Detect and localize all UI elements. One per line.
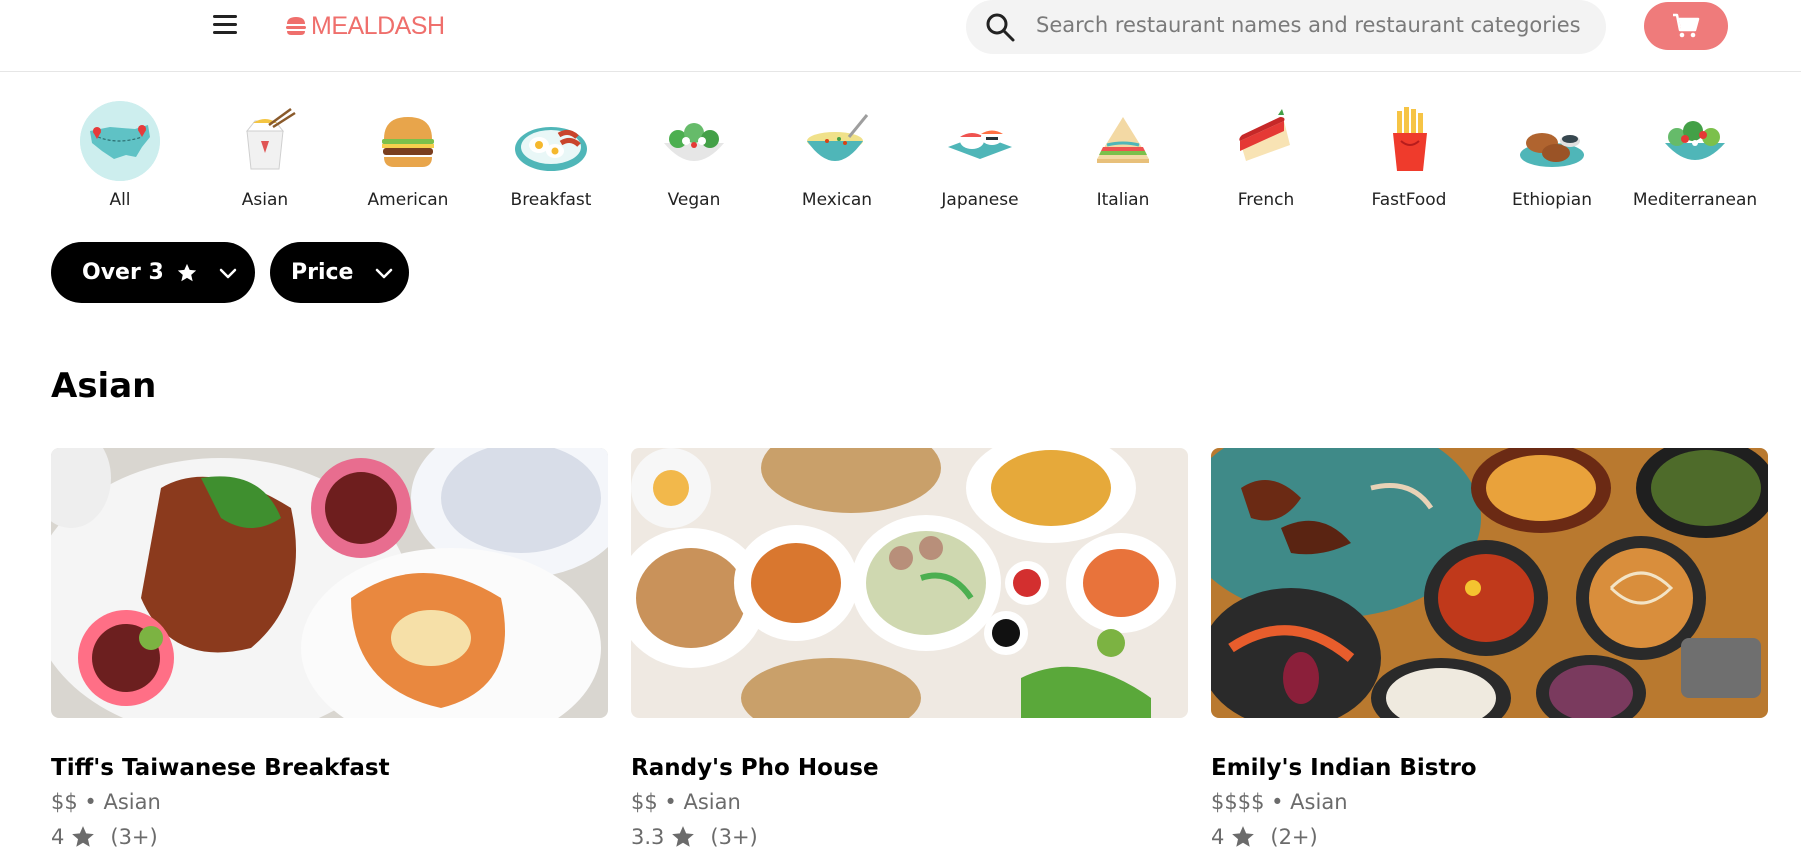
restaurant-card[interactable]: Tiff's Taiwanese Breakfast $$ • Asian 4 … bbox=[51, 448, 608, 853]
category-fastfood[interactable]: FastFood bbox=[1339, 95, 1479, 215]
restaurant-price-category: $$ • Asian bbox=[631, 790, 741, 814]
restaurant-name: Randy's Pho House bbox=[631, 755, 879, 781]
rating-value: 3.3 bbox=[631, 825, 665, 849]
review-count: (3+) bbox=[110, 825, 158, 849]
restaurant-photo bbox=[51, 448, 608, 718]
category-label: All bbox=[109, 190, 131, 210]
category-mexican[interactable]: Mexican bbox=[767, 95, 907, 215]
category-breakfast[interactable]: Breakfast bbox=[481, 95, 621, 215]
eggs-bacon-icon bbox=[515, 127, 587, 171]
category-label: Asian bbox=[241, 190, 289, 210]
category-label: American bbox=[367, 190, 449, 210]
category-bar: All Asian American Breakfast Vegan Mexic… bbox=[50, 95, 1770, 215]
takeout-box-icon bbox=[245, 107, 296, 170]
restaurant-rating: 4 (3+) bbox=[51, 824, 158, 850]
brand-name: MEALDASH bbox=[311, 11, 445, 40]
rating-value: 4 bbox=[51, 825, 65, 849]
usa-map-icon bbox=[80, 101, 160, 181]
sushi-icon bbox=[948, 129, 1012, 159]
category-italian[interactable]: Italian bbox=[1053, 95, 1193, 215]
hamburger-menu-icon[interactable] bbox=[210, 10, 240, 40]
category-label: Mexican bbox=[801, 190, 873, 210]
salad-icon bbox=[1665, 121, 1725, 160]
restaurant-rating: 3.3 (3+) bbox=[631, 824, 758, 850]
restaurant-card[interactable]: Emily's Indian Bistro $$$$ • Asian 4 (2+… bbox=[1211, 448, 1768, 853]
restaurant-price-category: $$$$ • Asian bbox=[1211, 790, 1348, 814]
category-label: FastFood bbox=[1371, 190, 1447, 210]
search-icon bbox=[986, 13, 1015, 42]
fries-icon bbox=[1393, 107, 1427, 171]
category-label: Ethiopian bbox=[1511, 190, 1592, 210]
soup-bowl-icon bbox=[807, 114, 869, 161]
category-label: French bbox=[1237, 190, 1295, 210]
star-icon bbox=[177, 263, 196, 281]
cake-icon bbox=[1239, 109, 1290, 161]
price-filter-label: Price bbox=[291, 260, 354, 285]
shopping-cart-icon bbox=[1673, 13, 1700, 38]
category-all[interactable]: All bbox=[50, 95, 190, 215]
category-label: Vegan bbox=[667, 190, 721, 210]
review-count: (3+) bbox=[710, 825, 758, 849]
restaurant-card[interactable]: Randy's Pho House $$ • Asian 3.3 (3+) bbox=[631, 448, 1188, 853]
restaurant-name: Emily's Indian Bistro bbox=[1211, 755, 1477, 781]
restaurant-photo bbox=[631, 448, 1188, 718]
burger-icon bbox=[382, 117, 434, 167]
rating-filter-label: Over 3 bbox=[82, 260, 164, 285]
burger-logo-icon bbox=[286, 17, 306, 35]
rating-value: 4 bbox=[1211, 825, 1225, 849]
star-icon bbox=[672, 826, 695, 847]
category-french[interactable]: French bbox=[1196, 95, 1336, 215]
chevron-down-icon bbox=[219, 268, 237, 279]
category-mediterranean[interactable]: Mediterranean bbox=[1625, 95, 1765, 215]
salad-bowl-icon bbox=[664, 123, 724, 161]
search-bar[interactable] bbox=[966, 0, 1606, 54]
restaurant-rating: 4 (2+) bbox=[1211, 824, 1318, 850]
search-input[interactable] bbox=[1036, 8, 1596, 42]
brand-logo[interactable]: MEALDASH bbox=[285, 11, 445, 41]
category-label: Italian bbox=[1096, 190, 1150, 210]
category-japanese[interactable]: Japanese bbox=[910, 95, 1050, 215]
chevron-down-icon bbox=[375, 268, 393, 279]
category-label: Breakfast bbox=[510, 190, 592, 210]
star-icon bbox=[72, 826, 95, 847]
review-count: (2+) bbox=[1270, 825, 1318, 849]
star-icon bbox=[1232, 826, 1255, 847]
sandwich-icon bbox=[1097, 117, 1149, 163]
restaurant-price-category: $$ • Asian bbox=[51, 790, 161, 814]
section-title: Asian bbox=[51, 366, 157, 406]
top-header: MEALDASH bbox=[0, 0, 1801, 72]
restaurant-photo bbox=[1211, 448, 1768, 718]
price-filter-button[interactable]: Price bbox=[270, 242, 409, 303]
rating-filter-button[interactable]: Over 3 bbox=[51, 242, 255, 303]
category-vegan[interactable]: Vegan bbox=[624, 95, 764, 215]
restaurant-name: Tiff's Taiwanese Breakfast bbox=[51, 755, 390, 781]
cart-button[interactable] bbox=[1644, 2, 1728, 50]
category-ethiopian[interactable]: Ethiopian bbox=[1482, 95, 1622, 215]
category-american[interactable]: American bbox=[338, 95, 478, 215]
category-label: Japanese bbox=[941, 190, 1019, 210]
category-label: Mediterranean bbox=[1632, 190, 1758, 210]
chicken-leg-icon bbox=[1520, 133, 1584, 167]
category-asian[interactable]: Asian bbox=[195, 95, 335, 215]
